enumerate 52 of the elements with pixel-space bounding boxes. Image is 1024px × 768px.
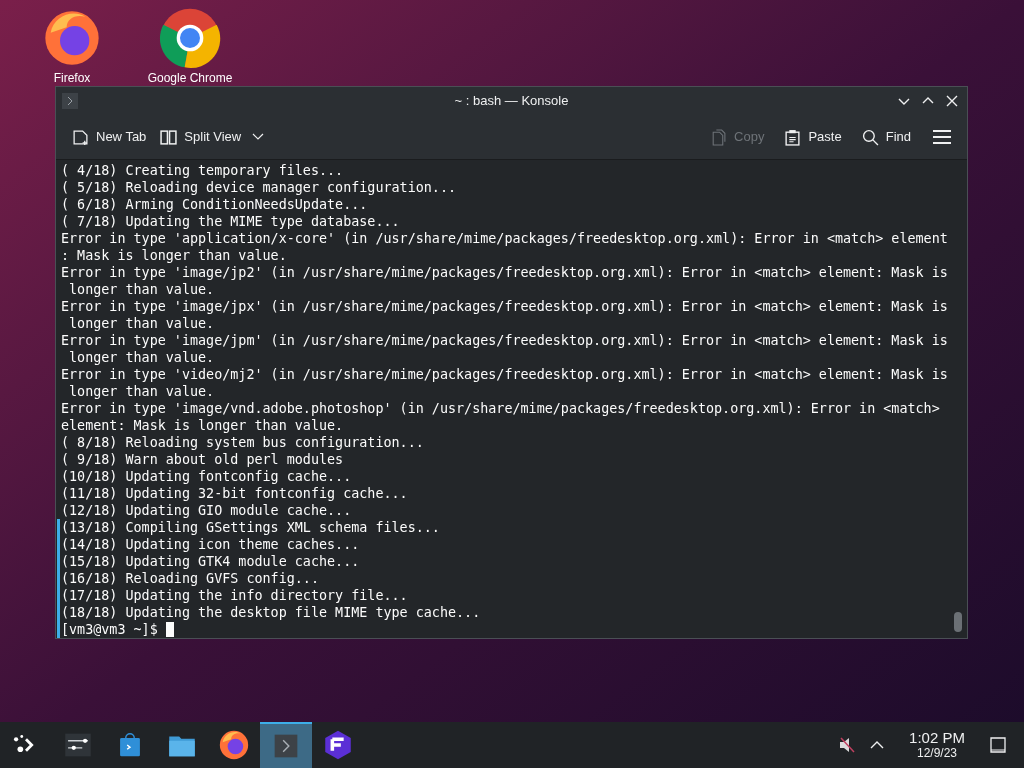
clock-date[interactable]: 12/9/23	[916, 746, 957, 760]
menu-icon[interactable]	[933, 130, 951, 144]
toolbar-button[interactable]: Paste	[784, 127, 842, 147]
terminal-line: Error in type 'image/jpm' (in /usr/share/mime/packages/freedesktop.org.xml): Error in <match> element: Mask is	[60, 332, 949, 349]
terminal-line: (12/18) Updating GIO module cache...	[60, 502, 353, 519]
terminal-icon	[62, 93, 78, 109]
terminal-line: (16/18) Reloading GVFS config...	[57, 570, 954, 587]
terminal-line: longer than value.	[68, 315, 216, 332]
terminal-line: Error in type 'application/x-core' (in /usr/share/mime/packages/freedesktop.org.xml): Error in <match> element	[60, 230, 949, 247]
terminal-line: longer than value.	[68, 281, 216, 298]
desktop-icon-label[interactable]: Firefox	[53, 71, 91, 85]
firefox-icon	[217, 728, 251, 762]
window-title: ~ : bash — Konsole	[454, 92, 569, 111]
terminal-line: Error in type 'image/jp2' (in /usr/share/mime/packages/freedesktop.org.xml): Error in <match> element: Mask is	[60, 264, 949, 281]
terminal-line: (10/18) Updating fontconfig cache...	[60, 468, 353, 485]
split-view-icon	[160, 128, 178, 146]
muted-speaker-icon[interactable]	[838, 736, 856, 754]
terminal-line: longer than value.	[68, 383, 216, 400]
toolbar-button[interactable]: New Tab	[72, 127, 147, 147]
tray-expand-icon[interactable]	[870, 740, 884, 750]
terminal-line: element: Mask is longer than value.	[60, 417, 345, 434]
copy-icon	[710, 128, 728, 146]
terminal-line: Error in type 'video/mj2' (in /usr/share/mime/packages/freedesktop.org.xml): Error in <match> element: Mask is	[60, 366, 949, 383]
search-icon	[861, 128, 879, 146]
terminal-line: (13/18) Compiling GSettings XML schema files...	[57, 519, 954, 536]
new-tab-icon	[72, 128, 89, 146]
terminal-line: ( 5/18) Reloading device manager configuration...	[60, 179, 458, 196]
desktop-icon-label[interactable]: Google Chrome	[147, 71, 233, 85]
terminal-prompt: [vm3@vm3 ~]$	[57, 621, 158, 638]
terminal-line: ( 4/18) Creating temporary files...	[60, 162, 345, 179]
terminal-line: ( 8/18) Reloading system bus configuration...	[60, 434, 425, 451]
toolbar-button[interactable]: Find	[861, 127, 911, 147]
text-cursor	[165, 622, 174, 637]
chrome-icon[interactable]	[158, 6, 222, 70]
terminal-line: (15/18) Updating GTK4 module cache...	[57, 553, 954, 570]
terminal-line: (17/18) Updating the info directory file...	[57, 587, 954, 604]
terminal-line: : Mask is longer than value.	[60, 247, 288, 264]
clock-time[interactable]: 1:02 PM	[909, 730, 965, 746]
terminal-line: (14/18) Updating icon theme caches...	[57, 536, 954, 553]
terminal-line: ( 6/18) Arming ConditionNeedsUpdate...	[60, 196, 369, 213]
terminal-line: Error in type 'image/jpx' (in /usr/share/mime/packages/freedesktop.org.xml): Error in <match> element: Mask is	[60, 298, 949, 315]
terminal-line: ( 7/18) Updating the MIME type database...	[60, 213, 401, 230]
close-button[interactable]	[945, 94, 959, 108]
terminal-line: (11/18) Updating 32-bit fontconfig cache...	[60, 485, 409, 502]
toolbar-button[interactable]: Split View	[160, 127, 265, 147]
terminal-line: Error in type 'image/vnd.adobe.photoshop' (in /usr/share/mime/packages/freedesktop.org.xml): Error in <match>	[60, 400, 941, 417]
terminal-line: longer than value.	[68, 349, 216, 366]
clipboard-icon	[784, 128, 802, 146]
show-desktop-button[interactable]	[990, 737, 1006, 753]
scrollbar-thumb[interactable]	[954, 612, 962, 632]
dropdown-caret-icon[interactable]	[252, 133, 265, 141]
terminal-line: ( 9/18) Warn about old perl modules	[60, 451, 345, 468]
